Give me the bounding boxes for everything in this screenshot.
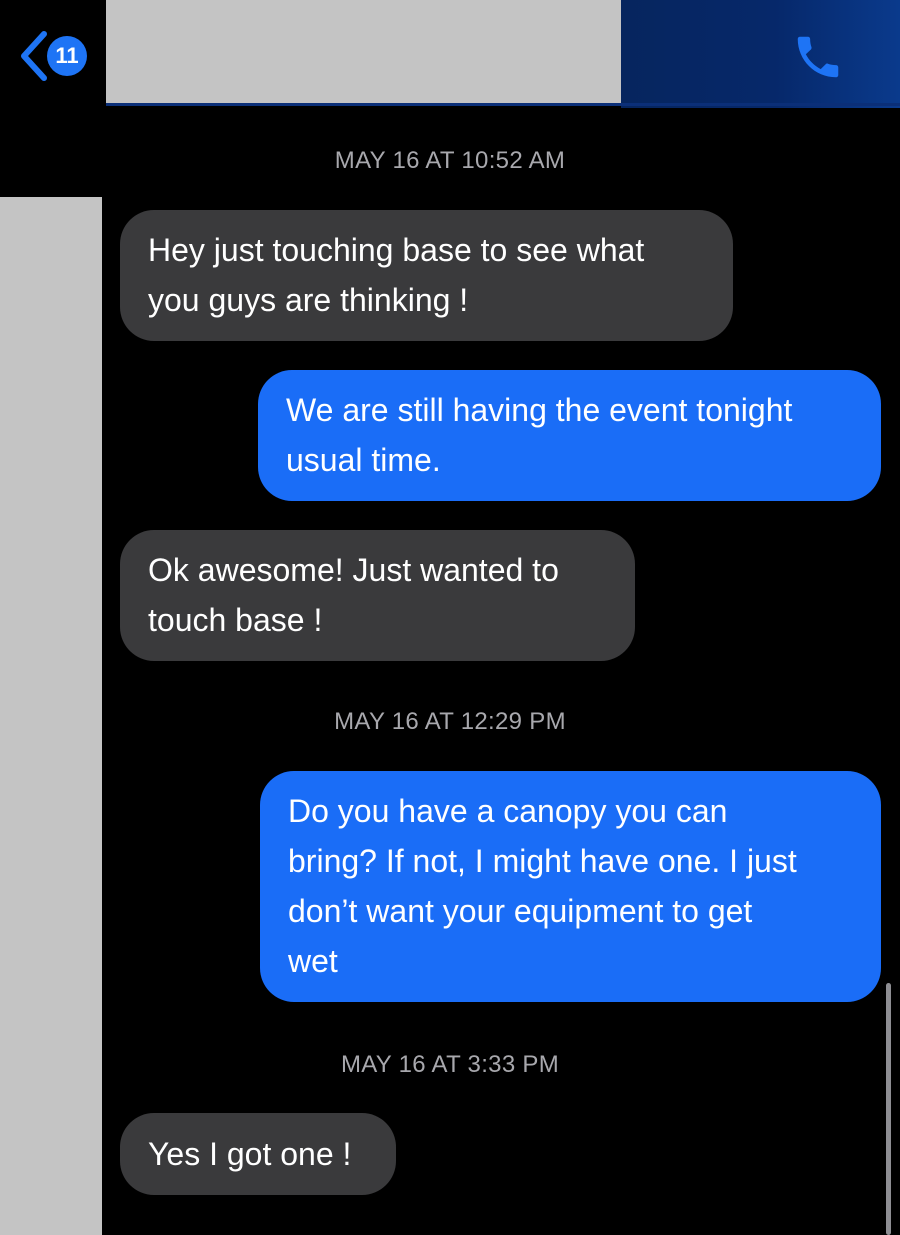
scrollbar[interactable] xyxy=(886,983,891,1235)
message-line: don’t want your equipment to get xyxy=(288,893,753,929)
message-timestamp: MAY 16 AT 12:29 PM xyxy=(334,708,566,735)
message-line: wet xyxy=(288,943,338,979)
phone-icon xyxy=(797,36,839,78)
call-button[interactable] xyxy=(790,30,850,86)
outgoing-message-bubble[interactable]: Do you have a canopy you can bring? If n… xyxy=(260,771,881,1002)
chevron-left-icon xyxy=(21,31,47,81)
incoming-message-bubble[interactable]: Ok awesome! Just wanted to touch base ! xyxy=(120,530,635,661)
incoming-message-bubble[interactable]: Hey just touching base to see what you g… xyxy=(120,210,733,341)
outgoing-message-bubble[interactable]: We are still having the event tonight us… xyxy=(258,370,881,501)
message-line: bring? If not, I might have one. I just xyxy=(288,843,797,879)
incoming-message-bubble[interactable]: Yes I got one ! xyxy=(120,1113,396,1195)
header-divider xyxy=(106,103,900,106)
message-line: Ok awesome! Just wanted to xyxy=(148,552,559,588)
message-line: Hey just touching base to see what xyxy=(148,232,645,268)
message-line: We are still having the event tonight xyxy=(286,392,793,428)
message-line: you guys are thinking ! xyxy=(148,282,469,318)
message-line: Do you have a canopy you can xyxy=(288,793,728,829)
redacted-contact-name xyxy=(106,0,621,103)
message-line: usual time. xyxy=(286,442,441,478)
back-button[interactable]: 11 xyxy=(18,30,92,86)
message-line: Yes I got one ! xyxy=(148,1136,352,1172)
header-gradient xyxy=(621,0,900,108)
message-timestamp: MAY 16 AT 3:33 PM xyxy=(340,1051,560,1078)
message-timestamp: MAY 16 AT 10:52 AM xyxy=(334,147,566,174)
message-line: touch base ! xyxy=(148,602,323,638)
unread-count-badge: 11 xyxy=(47,36,87,76)
